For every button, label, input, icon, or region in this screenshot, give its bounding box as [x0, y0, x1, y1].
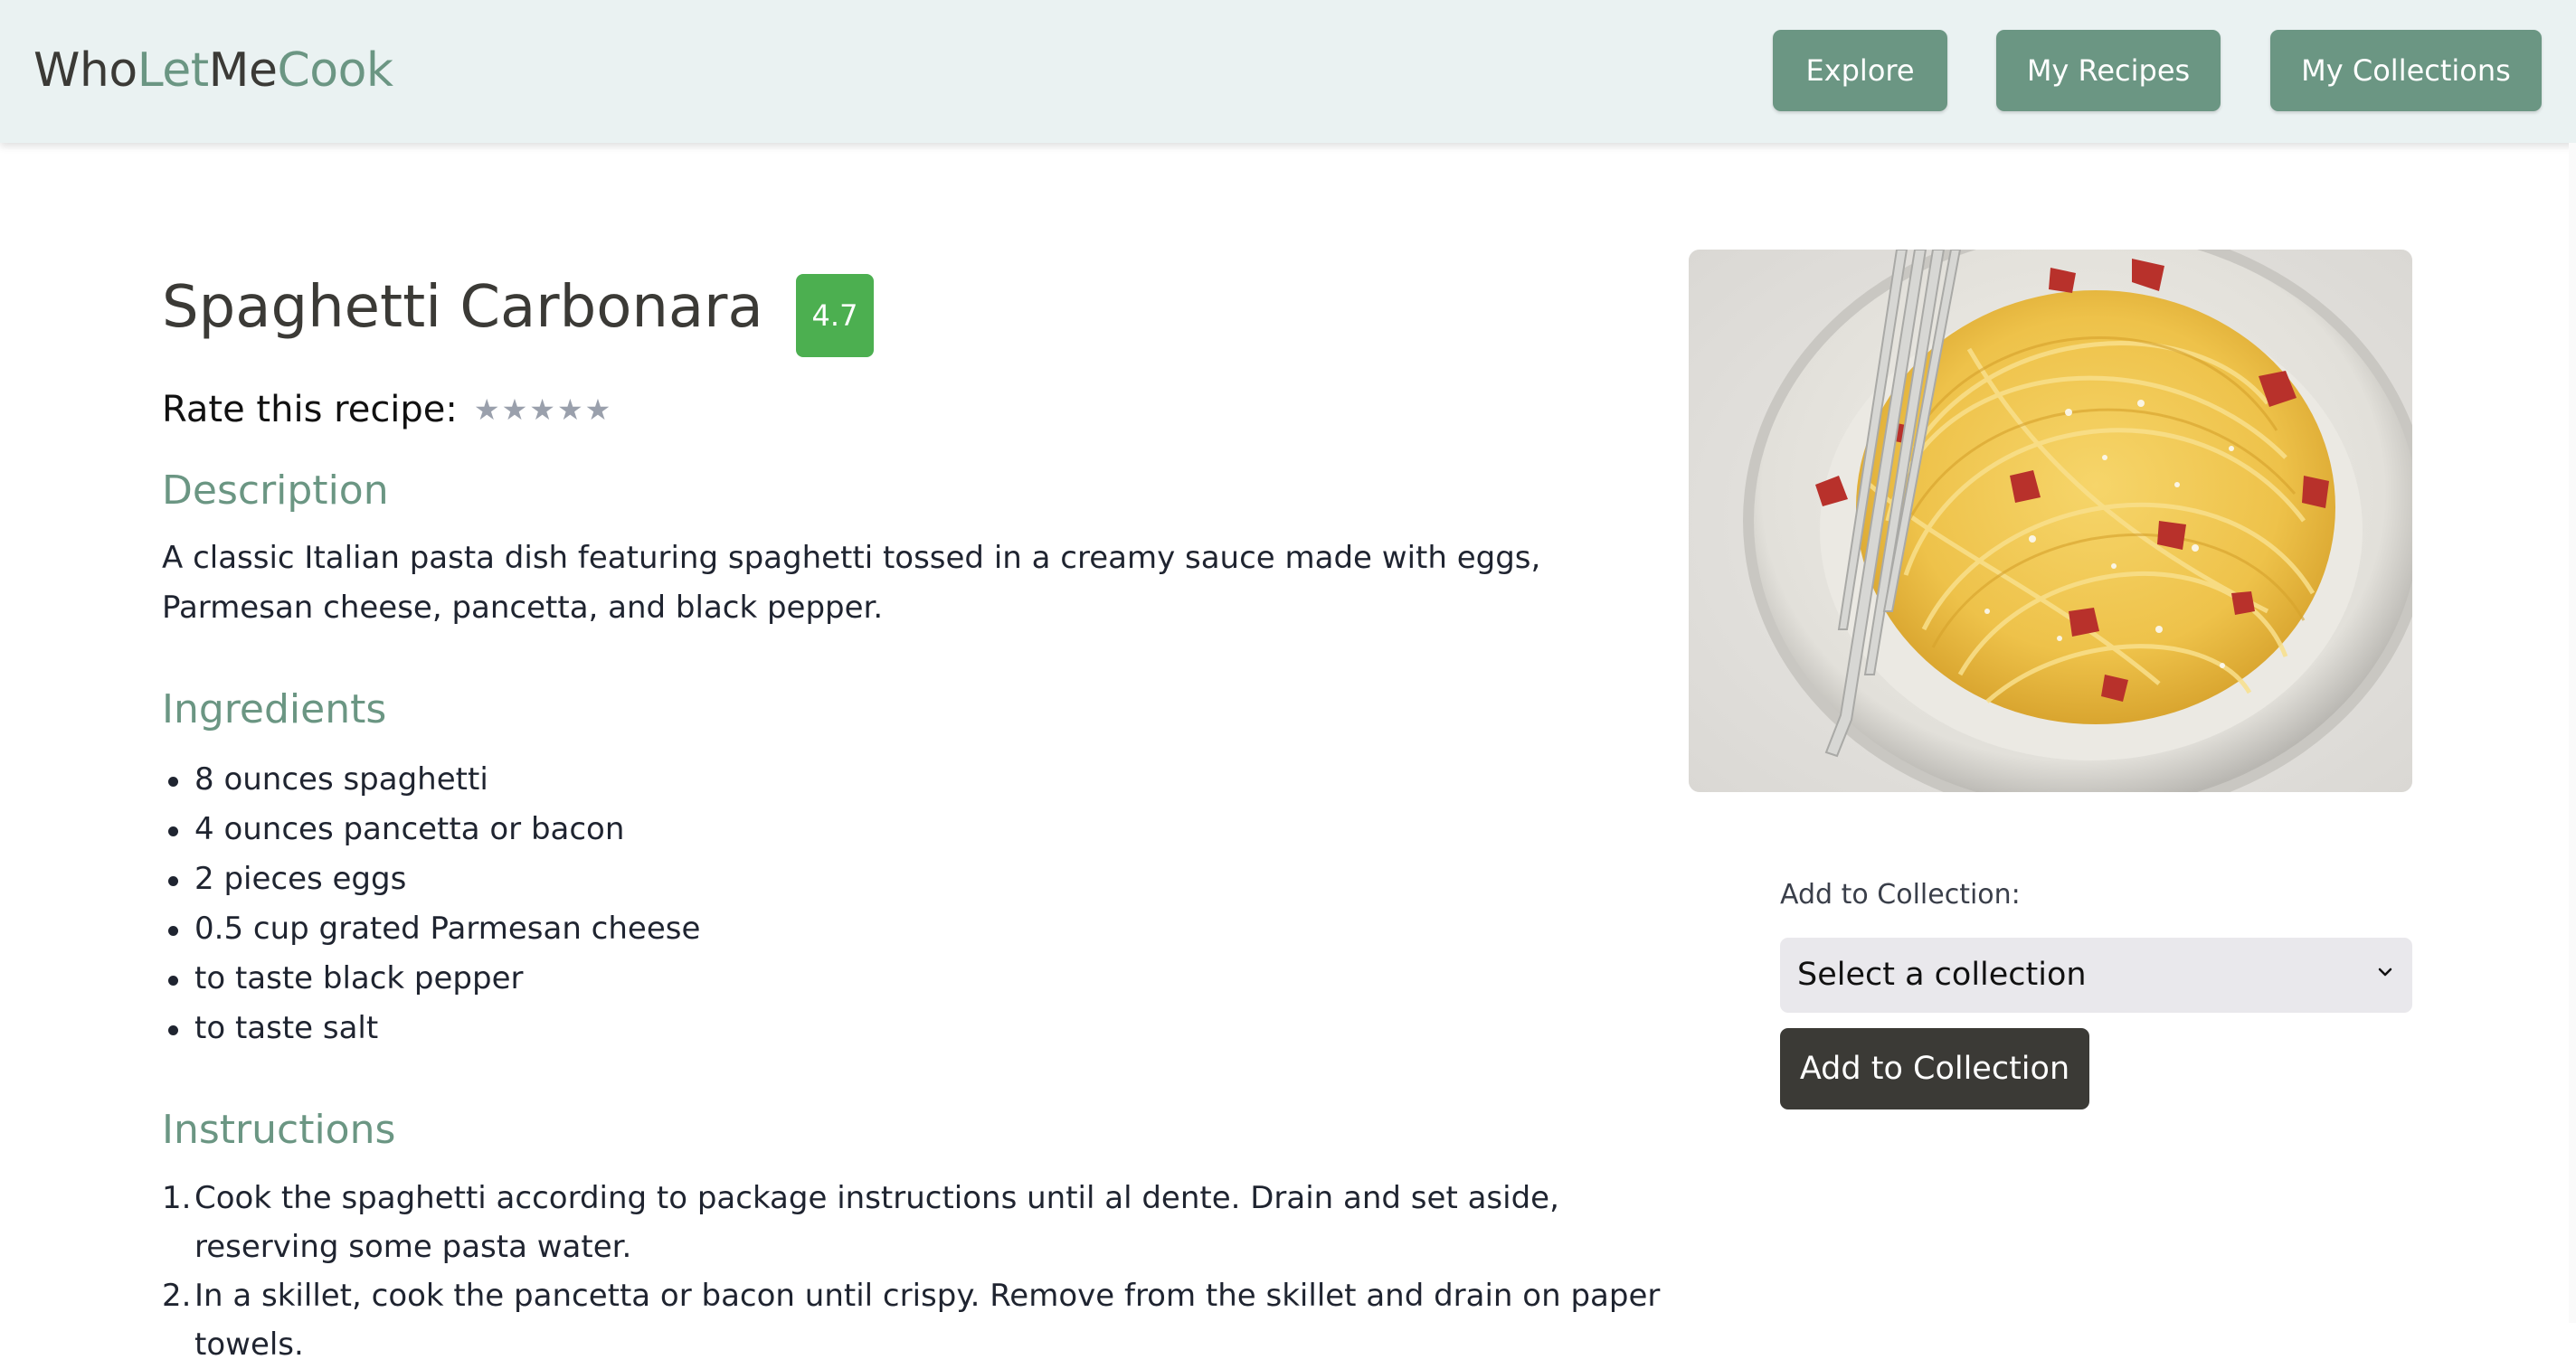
- description-heading: Description: [162, 467, 389, 514]
- ingredient-text: to taste black pepper: [194, 960, 524, 996]
- star-rating-input: ★ ★ ★ ★ ★: [474, 395, 611, 424]
- bullet-icon: [168, 826, 178, 836]
- spaghetti-plate-image: [1689, 250, 2412, 792]
- ingredient-text: to taste salt: [194, 1010, 379, 1046]
- star-icon-2[interactable]: ★: [502, 395, 528, 424]
- brand-word-let: Let: [137, 43, 209, 98]
- ingredient-text: 8 ounces spaghetti: [194, 761, 488, 798]
- star-icon-3[interactable]: ★: [529, 395, 555, 424]
- recipe-description: A classic Italian pasta dish featuring s…: [162, 540, 1541, 626]
- ingredient-text: 0.5 cup grated Parmesan cheese: [194, 911, 701, 947]
- brand-word-cook: Cook: [277, 43, 393, 98]
- ingredient-item: 8 ounces spaghetti: [162, 755, 700, 805]
- brand-word-who: Who: [33, 43, 137, 98]
- brand-logo[interactable]: WhoLetMeCook: [33, 42, 393, 99]
- page-scrollbar[interactable]: [2569, 143, 2576, 1323]
- step-text: In a skillet, cook the pancetta or bacon…: [194, 1278, 1661, 1363]
- ingredient-item: 0.5 cup grated Parmesan cheese: [162, 904, 700, 954]
- collection-select-value: Select a collection: [1797, 957, 2087, 993]
- star-icon-1[interactable]: ★: [474, 395, 500, 424]
- instruction-step: 1. Cook the spaghetti according to packag…: [162, 1174, 1681, 1271]
- step-number: 1.: [162, 1180, 192, 1216]
- top-navbar: WhoLetMeCook Explore My Recipes My Colle…: [0, 0, 2576, 143]
- recipe-title: Spaghetti Carbonara: [162, 274, 763, 341]
- bullet-icon: [168, 876, 178, 886]
- ingredients-list: 8 ounces spaghetti 4 ounces pancetta or …: [162, 755, 700, 1053]
- bullet-icon: [168, 976, 178, 986]
- collection-select-dropdown[interactable]: Select a collection: [1780, 938, 2412, 1013]
- add-to-collection-label: Add to Collection:: [1780, 879, 2021, 911]
- ingredient-item: to taste black pepper: [162, 954, 700, 1004]
- bullet-icon: [168, 926, 178, 936]
- nav-my-collections-button[interactable]: My Collections: [2270, 30, 2542, 111]
- average-rating-badge: 4.7: [796, 274, 874, 357]
- recipe-photo: [1689, 250, 2412, 792]
- ingredient-text: 4 ounces pancetta or bacon: [194, 811, 625, 847]
- ingredient-item: 4 ounces pancetta or bacon: [162, 805, 700, 854]
- nav-my-recipes-button[interactable]: My Recipes: [1996, 30, 2221, 111]
- chevron-down-icon: [2378, 968, 2392, 977]
- step-number: 2.: [162, 1278, 192, 1314]
- ingredients-heading: Ingredients: [162, 686, 387, 732]
- bullet-icon: [168, 777, 178, 787]
- star-icon-4[interactable]: ★: [557, 395, 583, 424]
- ingredient-item: to taste salt: [162, 1004, 700, 1053]
- bullet-icon: [168, 1025, 178, 1035]
- instructions-list: 1. Cook the spaghetti according to packag…: [162, 1174, 1681, 1369]
- brand-word-me: Me: [208, 43, 278, 98]
- add-to-collection-button[interactable]: Add to Collection: [1780, 1028, 2089, 1109]
- step-text: Cook the spaghetti according to package …: [194, 1180, 1559, 1265]
- ingredient-item: 2 pieces eggs: [162, 854, 700, 904]
- rate-recipe-label: Rate this recipe:: [162, 389, 458, 430]
- instructions-heading: Instructions: [162, 1107, 396, 1153]
- ingredient-text: 2 pieces eggs: [194, 861, 407, 897]
- rate-recipe-row: Rate this recipe: ★ ★ ★ ★ ★: [162, 387, 611, 432]
- star-icon-5[interactable]: ★: [585, 395, 611, 424]
- instruction-step: 2. In a skillet, cook the pancetta or bac…: [162, 1271, 1681, 1369]
- nav-explore-button[interactable]: Explore: [1773, 30, 1947, 111]
